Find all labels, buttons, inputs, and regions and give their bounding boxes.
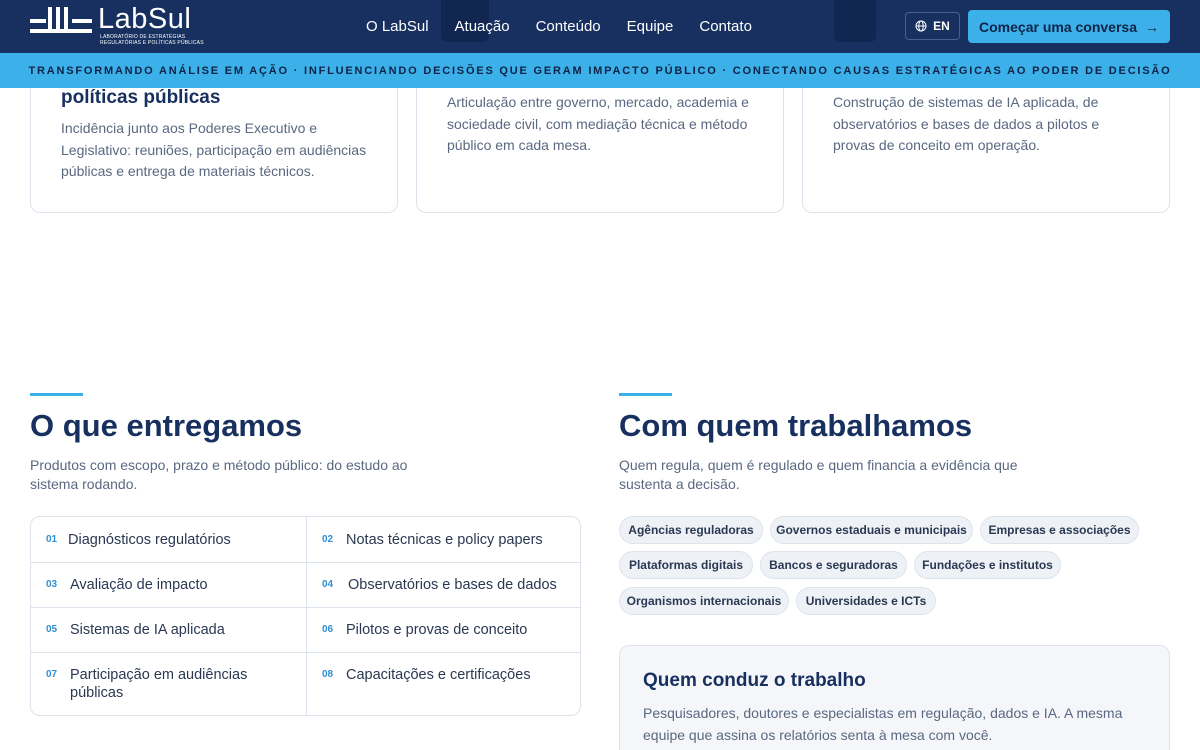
deliverable-label: Avaliação de impacto	[70, 577, 208, 593]
nav-link-equipe[interactable]: Equipe	[627, 18, 674, 35]
service-card-text: Articulação entre governo, mercado, acad…	[447, 94, 749, 153]
partners-subtitle: Quem regula, quem é regulado e quem fina…	[619, 457, 1018, 492]
deliverable-number: 08	[322, 669, 334, 680]
deliverable-number: 07	[46, 669, 58, 680]
partner-chip: Governos estaduais e municipais	[770, 516, 973, 544]
partner-chip: Organismos internacionais	[619, 587, 789, 615]
deliverable-item: 04 Observatórios e bases de dados	[322, 576, 557, 594]
ticker-text: TRANSFORMANDO ANÁLISE EM AÇÃO · INFLUENC…	[28, 64, 1172, 77]
grid-divider	[31, 607, 580, 608]
nav-link-labsul[interactable]: O LabSul	[366, 18, 429, 35]
tagline-ticker: TRANSFORMANDO ANÁLISE EM AÇÃO · INFLUENC…	[0, 53, 1200, 88]
team-panel-title: Quem conduz o trabalho	[643, 670, 866, 691]
arrow-right-icon: →	[1144, 18, 1159, 35]
grid-divider	[306, 517, 307, 715]
logo-bars-icon	[30, 7, 92, 37]
section-accent-line	[619, 393, 672, 396]
deliverable-label: Pilotos e provas de conceito	[346, 622, 528, 638]
top-navigation-bar: LabSul LABORATÓRIO DE ESTRATÉGIAS REGULA…	[0, 0, 1200, 53]
deliverables-title: O que entregamos	[30, 408, 303, 443]
globe-icon	[915, 20, 927, 32]
team-panel: Quem conduz o trabalho Pesquisadores, do…	[619, 645, 1170, 750]
deliverables-grid: 01 Diagnósticos regulatórios 02 Notas té…	[30, 516, 581, 716]
deliverable-item: 06 Pilotos e provas de conceito	[322, 621, 527, 639]
logo-subtitle: LABORATÓRIO DE ESTRATÉGIAS REGULATÓRIAS …	[100, 34, 204, 46]
main-nav: O LabSul Atuação Conteúdo Equipe Contato	[366, 0, 752, 53]
deliverable-label: Sistemas de IA aplicada	[70, 622, 225, 638]
deliverable-item: 01 Diagnósticos regulatórios	[46, 531, 231, 549]
partner-chip: Empresas e associações	[980, 516, 1139, 544]
nav-link-contato[interactable]: Contato	[699, 18, 752, 35]
deliverable-label: Capacitações e certificações	[346, 667, 531, 683]
team-panel-text: Pesquisadores, doutores e especialistas …	[643, 705, 1123, 743]
start-conversation-button[interactable]: Começar uma conversa →	[968, 10, 1170, 43]
partner-chip: Plataformas digitais	[619, 551, 753, 579]
deliverable-label: Observatórios e bases de dados	[348, 577, 557, 593]
nav-link-atuacao[interactable]: Atuação	[455, 18, 510, 35]
deliverable-item: 08 Capacitações e certificações	[322, 666, 531, 684]
deliverable-number: 02	[322, 534, 334, 545]
nav-link-conteudo[interactable]: Conteúdo	[536, 18, 601, 35]
deliverable-number: 01	[46, 534, 58, 545]
partner-chip: Fundações e institutos	[914, 551, 1061, 579]
language-label: EN	[933, 19, 950, 33]
grid-divider	[31, 562, 580, 563]
deliverable-number: 05	[46, 624, 58, 635]
deliverables-subtitle: Produtos com escopo, prazo e método públ…	[30, 457, 408, 492]
language-toggle-button[interactable]: EN	[905, 12, 960, 40]
deliverable-number: 03	[46, 579, 58, 590]
partners-title: Com quem trabalhamos	[619, 408, 973, 443]
partner-chip: Bancos e seguradoras	[760, 551, 907, 579]
grid-divider	[31, 652, 580, 653]
deliverable-item: 07 Participação em audiências públicas	[46, 666, 286, 702]
card-icon-shadow	[834, 0, 876, 42]
deliverable-item: 02 Notas técnicas e policy papers	[322, 531, 543, 549]
service-card-text: Construção de sistemas de IA aplicada, d…	[833, 94, 1100, 153]
logo-wordmark: LabSul	[98, 3, 192, 35]
deliverable-item: 03 Avaliação de impacto	[46, 576, 208, 594]
service-card-text: Incidência junto aos Poderes Executivo e…	[61, 120, 367, 179]
deliverable-label: Notas técnicas e policy papers	[346, 532, 543, 548]
service-card-title: políticas públicas	[61, 87, 221, 108]
deliverable-label: Participação em audiências públicas	[70, 667, 248, 701]
labsul-logo[interactable]: LabSul LABORATÓRIO DE ESTRATÉGIAS REGULA…	[30, 3, 204, 47]
deliverable-number: 04	[322, 579, 334, 590]
deliverable-label: Diagnósticos regulatórios	[68, 532, 231, 548]
section-accent-line	[30, 393, 83, 396]
partner-chip: Universidades e ICTs	[796, 587, 936, 615]
cta-label: Começar uma conversa	[979, 18, 1137, 35]
deliverable-number: 06	[322, 624, 334, 635]
deliverable-item: 05 Sistemas de IA aplicada	[46, 621, 225, 639]
partner-chip: Agências reguladoras	[619, 516, 763, 544]
